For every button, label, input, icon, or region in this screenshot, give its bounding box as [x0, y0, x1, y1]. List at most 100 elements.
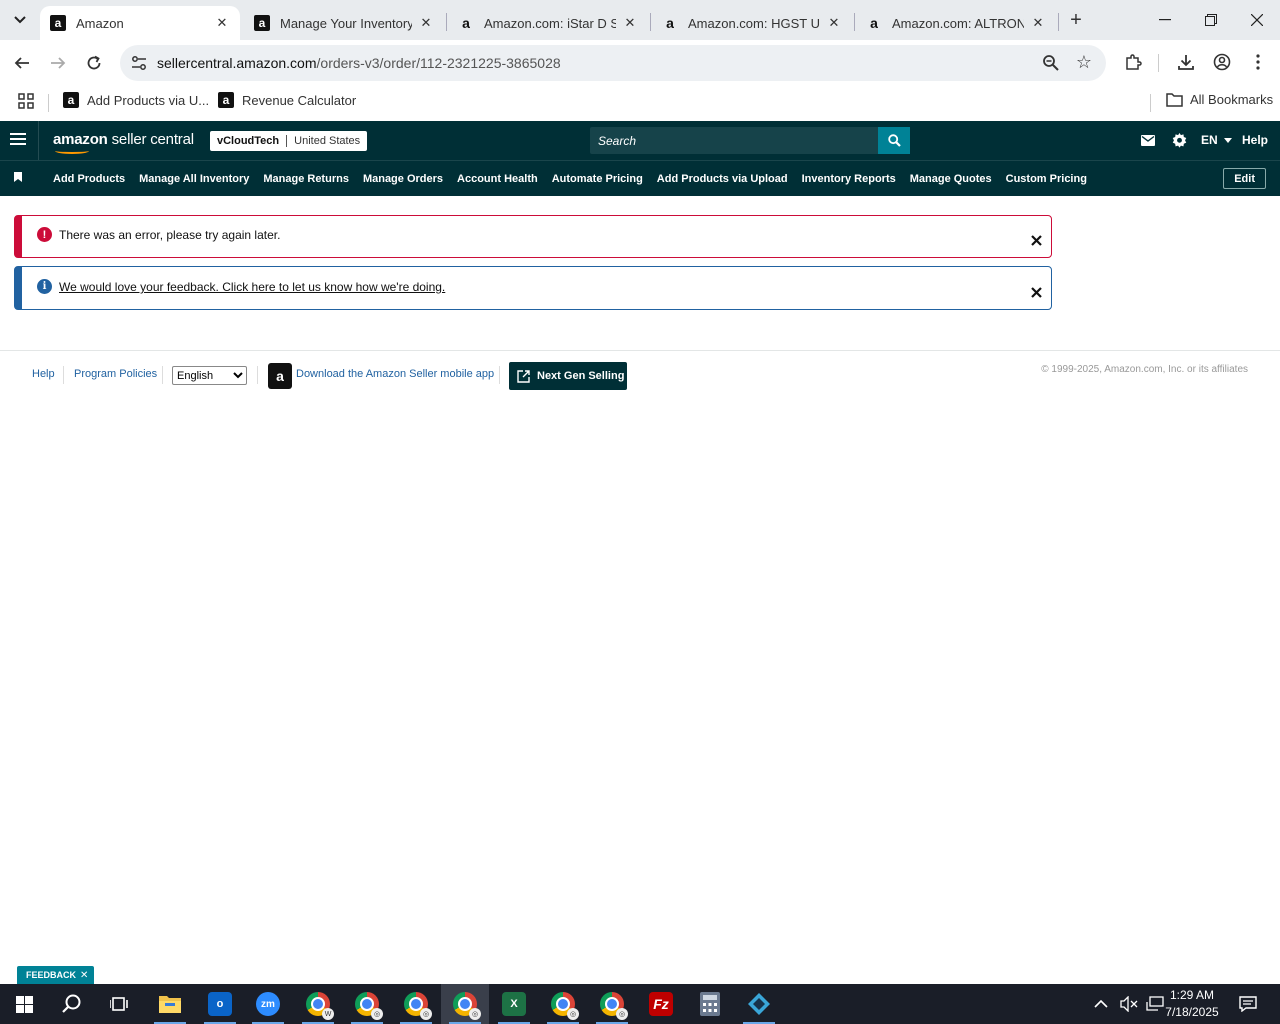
speaker-muted-icon[interactable]	[1120, 996, 1138, 1012]
tab-search-button[interactable]	[6, 6, 34, 34]
taskbar-outlook[interactable]: o	[196, 984, 244, 1024]
next-gen-selling-button[interactable]: Next Gen Selling	[509, 362, 627, 390]
nav-custom-pricing[interactable]: Custom Pricing	[1006, 173, 1087, 185]
nav-manage-quotes[interactable]: Manage Quotes	[910, 173, 992, 185]
taskbar-chrome-3[interactable]: ◎	[392, 984, 440, 1024]
taskbar-file-explorer[interactable]	[146, 984, 194, 1024]
close-icon[interactable]: ✕	[826, 15, 842, 31]
address-bar[interactable]: sellercentral.amazon.com/orders-v3/order…	[120, 45, 1106, 81]
folder-icon	[159, 996, 181, 1013]
apps-button[interactable]	[18, 93, 34, 109]
taskbar-zoom[interactable]: zm	[244, 984, 292, 1024]
close-icon[interactable]: ✕	[418, 15, 434, 31]
profile-button[interactable]	[1211, 51, 1233, 73]
new-tab-button[interactable]: +	[1064, 8, 1088, 32]
bookmark-star-icon[interactable]: ☆	[1076, 52, 1092, 73]
taskbar-chrome-1[interactable]: W	[294, 984, 342, 1024]
taskbar-chrome-5[interactable]: ◎	[588, 984, 636, 1024]
hamburger-menu-icon[interactable]	[10, 133, 26, 147]
tab-hgst[interactable]: a Amazon.com: HGST Ultra ✕	[652, 6, 852, 40]
footer-help-link[interactable]: Help	[32, 368, 55, 380]
caret-down-icon	[1224, 138, 1233, 144]
restore-icon	[1205, 14, 1217, 26]
taskbar-excel[interactable]: X	[490, 984, 538, 1024]
help-link[interactable]: Help	[1242, 133, 1268, 147]
chrome-menu-button[interactable]	[1247, 51, 1269, 73]
dismiss-error-button[interactable]	[1029, 233, 1043, 247]
close-icon[interactable]: ✕	[1030, 15, 1046, 31]
nav-manage-all-inventory[interactable]: Manage All Inventory	[139, 173, 249, 185]
nav-account-health[interactable]: Account Health	[457, 173, 538, 185]
taskbar-calculator[interactable]	[686, 984, 734, 1024]
start-button[interactable]	[0, 984, 48, 1024]
program-policies-link[interactable]: Program Policies	[74, 368, 157, 380]
messages-button[interactable]	[1141, 134, 1155, 149]
restore-button[interactable]	[1188, 0, 1234, 40]
forward-button[interactable]	[44, 49, 72, 77]
window-close-button[interactable]	[1234, 0, 1280, 40]
seller-central-logo[interactable]: amazon seller central	[53, 131, 194, 154]
all-bookmarks-button[interactable]: All Bookmarks	[1166, 92, 1273, 107]
tab-manage-inventory[interactable]: a Manage Your Inventory ✕	[244, 6, 444, 40]
tab-istar[interactable]: a Amazon.com: iStar D Sto ✕	[448, 6, 648, 40]
language-selector[interactable]: EN	[1201, 133, 1233, 147]
tab-separator	[1058, 13, 1059, 31]
diamond-app-icon	[748, 993, 770, 1015]
nav-add-products[interactable]: Add Products	[53, 173, 125, 185]
back-arrow-icon	[14, 57, 29, 69]
nav-add-products-via-upload[interactable]: Add Products via Upload	[657, 173, 788, 185]
minimize-button[interactable]	[1142, 0, 1188, 40]
nav-manage-returns[interactable]: Manage Returns	[263, 173, 349, 185]
download-app-link[interactable]: Download the Amazon Seller mobile app	[296, 368, 494, 380]
taskbar-filezilla[interactable]: Fz	[637, 984, 685, 1024]
taskbar-chrome-active[interactable]: ◎	[441, 984, 489, 1024]
bookmark-divider	[1150, 94, 1151, 112]
zoom-icon[interactable]	[1042, 54, 1060, 72]
taskbar-search-button[interactable]	[48, 984, 96, 1024]
seller-nav-bar: Add Products Manage All Inventory Manage…	[0, 160, 1280, 196]
site-info-icon[interactable]	[130, 54, 148, 72]
chevron-up-icon[interactable]	[1094, 1000, 1108, 1008]
footer-separator	[499, 366, 500, 384]
bookmark-revenue-calculator[interactable]: a Revenue Calculator	[218, 92, 356, 108]
feedback-tab[interactable]: FEEDBACK ✕	[17, 966, 95, 984]
chrome-icon: ◎	[551, 992, 579, 1020]
task-view-button[interactable]	[96, 984, 144, 1024]
notifications-button[interactable]	[1224, 984, 1272, 1024]
amazon-favicon-icon: a	[462, 15, 470, 31]
reload-button[interactable]	[80, 49, 108, 77]
downloads-button[interactable]	[1175, 51, 1197, 73]
nav-manage-orders[interactable]: Manage Orders	[363, 173, 443, 185]
nav-automate-pricing[interactable]: Automate Pricing	[552, 173, 643, 185]
dismiss-feedback-button[interactable]	[1029, 285, 1043, 299]
footer-separator	[162, 366, 163, 384]
bookmark-icon[interactable]	[14, 172, 22, 182]
footer-separator	[257, 366, 258, 384]
edit-nav-button[interactable]: Edit	[1223, 168, 1266, 189]
extensions-button[interactable]	[1122, 51, 1144, 73]
bookmark-add-products[interactable]: a Add Products via U...	[63, 92, 209, 108]
nav-inventory-reports[interactable]: Inventory Reports	[802, 173, 896, 185]
puzzle-icon	[1126, 54, 1142, 70]
tab-separator	[854, 13, 855, 31]
footer-language-select[interactable]: English	[172, 366, 247, 385]
tab-altronix[interactable]: a Amazon.com: ALTRONIX ✕	[856, 6, 1056, 40]
tab-amazon[interactable]: a Amazon ✕	[40, 6, 240, 40]
settings-button[interactable]	[1172, 133, 1187, 151]
search-input[interactable]	[590, 127, 878, 154]
close-icon[interactable]: ✕	[80, 970, 88, 981]
close-icon[interactable]: ✕	[214, 15, 230, 31]
amazon-seller-app-icon[interactable]: a	[268, 363, 292, 389]
taskbar-chrome-4[interactable]: ◎	[539, 984, 587, 1024]
tab-title: Amazon.com: HGST Ultra	[688, 15, 820, 31]
profile-icon	[1213, 53, 1231, 71]
account-switcher[interactable]: vCloudTech United States	[210, 131, 368, 151]
back-button[interactable]	[8, 49, 36, 77]
feedback-link[interactable]: We would love your feedback. Click here …	[59, 280, 445, 294]
taskbar-app-diamond[interactable]	[735, 984, 783, 1024]
taskbar-chrome-2[interactable]: ◎	[343, 984, 391, 1024]
tab-separator	[650, 13, 651, 31]
taskbar-clock[interactable]: 1:29 AM 7/18/2025	[1160, 987, 1224, 1021]
search-button[interactable]	[878, 127, 910, 154]
close-icon[interactable]: ✕	[622, 15, 638, 31]
